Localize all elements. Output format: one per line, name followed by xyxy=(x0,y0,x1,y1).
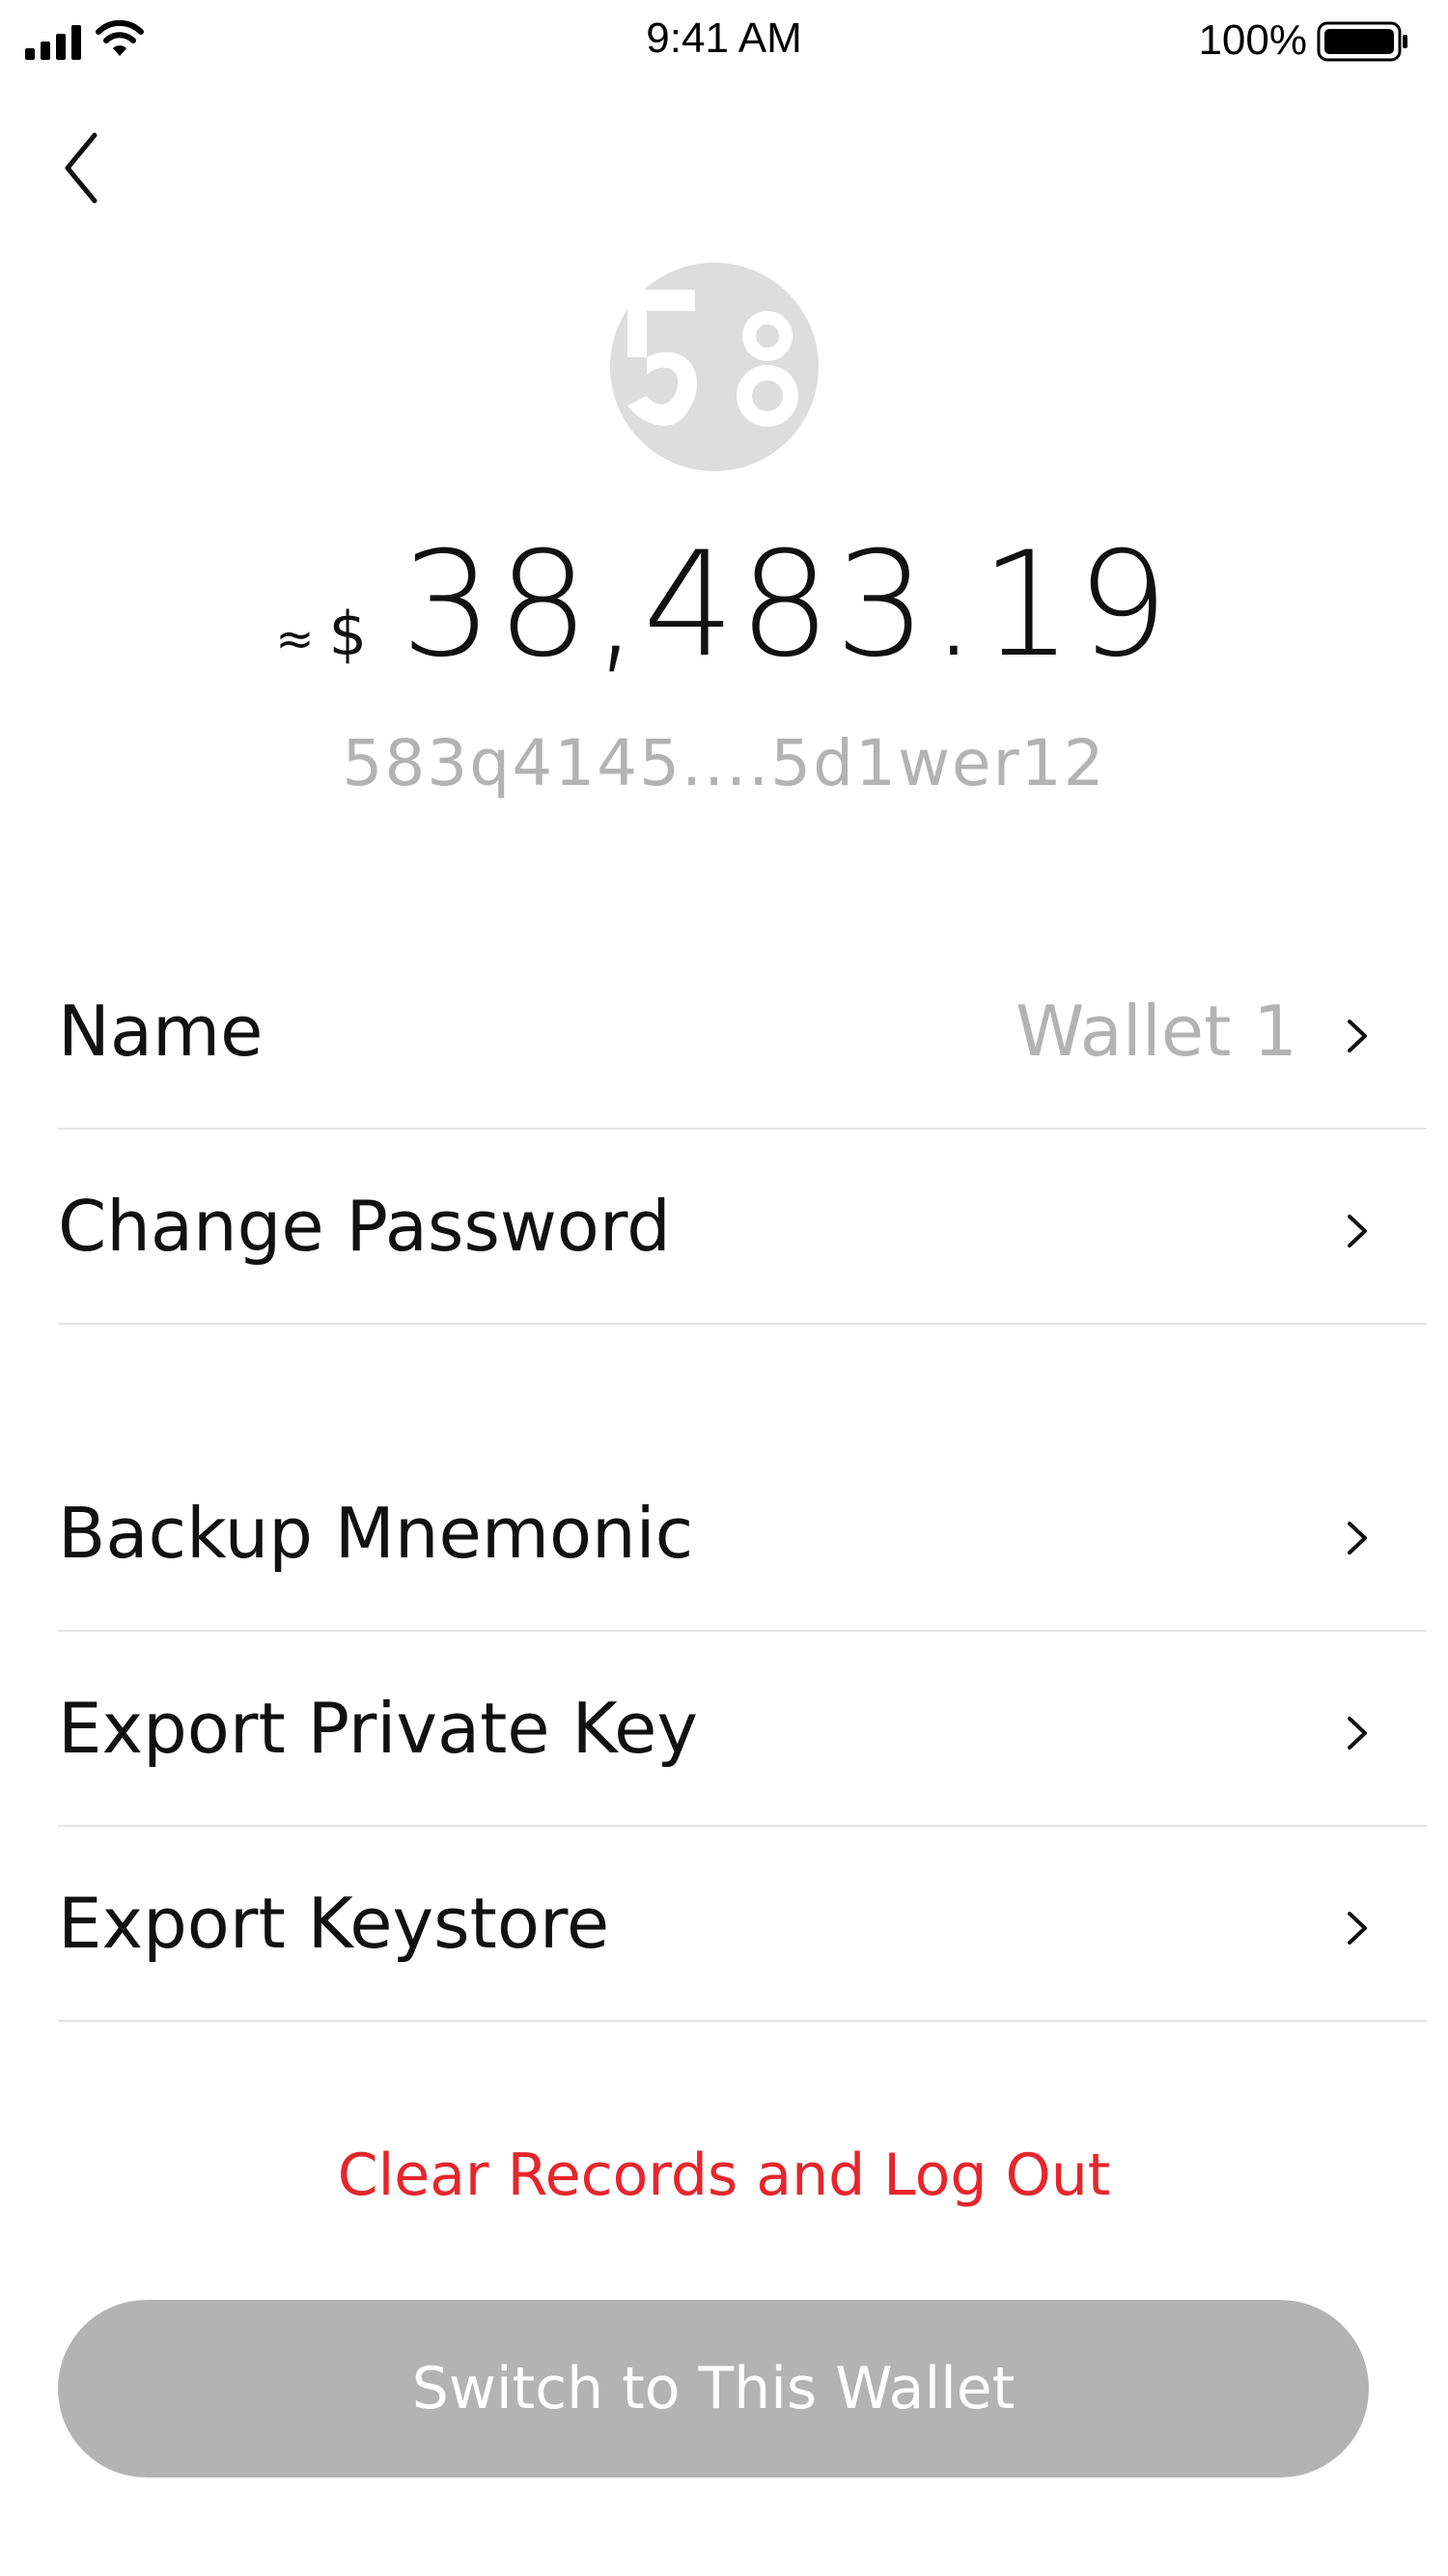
balance-display: ≈ $ 38,483.19 xyxy=(0,521,1448,689)
divider xyxy=(58,1323,1427,1325)
wallet-name-value: Wallet 1 xyxy=(1016,991,1297,1072)
chevron-right-icon xyxy=(1348,1717,1367,1750)
balance-amount: 38,483.19 xyxy=(401,521,1173,689)
battery-percentage: 100% xyxy=(1198,16,1307,64)
status-bar: 9:41 AM 100% xyxy=(0,0,1448,81)
export-private-key-label: Export Private Key xyxy=(58,1688,699,1769)
name-label: Name xyxy=(58,991,264,1072)
wallet-logo xyxy=(608,261,821,473)
clear-records-logout-link[interactable]: Clear Records and Log Out xyxy=(0,2142,1448,2209)
chevron-right-icon xyxy=(1348,1522,1367,1554)
backup-mnemonic-row[interactable]: Backup Mnemonic xyxy=(58,1437,1448,1632)
switch-wallet-button[interactable]: Switch to This Wallet xyxy=(58,2300,1369,2478)
approx-symbol: ≈ xyxy=(275,612,315,666)
change-password-label: Change Password xyxy=(58,1186,671,1267)
chevron-right-icon xyxy=(1348,1912,1367,1945)
name-row[interactable]: Name Wallet 1 xyxy=(58,935,1448,1130)
wallet-address[interactable]: 583q4145....5d1wer12 xyxy=(0,726,1448,800)
battery-icon xyxy=(1317,21,1407,62)
export-private-key-row[interactable]: Export Private Key xyxy=(58,1632,1448,1827)
back-chevron-icon[interactable] xyxy=(48,120,125,216)
export-keystore-row[interactable]: Export Keystore xyxy=(58,1827,1448,2022)
export-keystore-label: Export Keystore xyxy=(58,1883,610,1964)
divider xyxy=(58,2020,1427,2022)
currency-symbol: $ xyxy=(328,599,368,669)
change-password-row[interactable]: Change Password xyxy=(58,1130,1448,1325)
backup-mnemonic-label: Backup Mnemonic xyxy=(58,1493,694,1574)
chevron-right-icon xyxy=(1348,1020,1367,1052)
chevron-right-icon xyxy=(1348,1215,1367,1247)
